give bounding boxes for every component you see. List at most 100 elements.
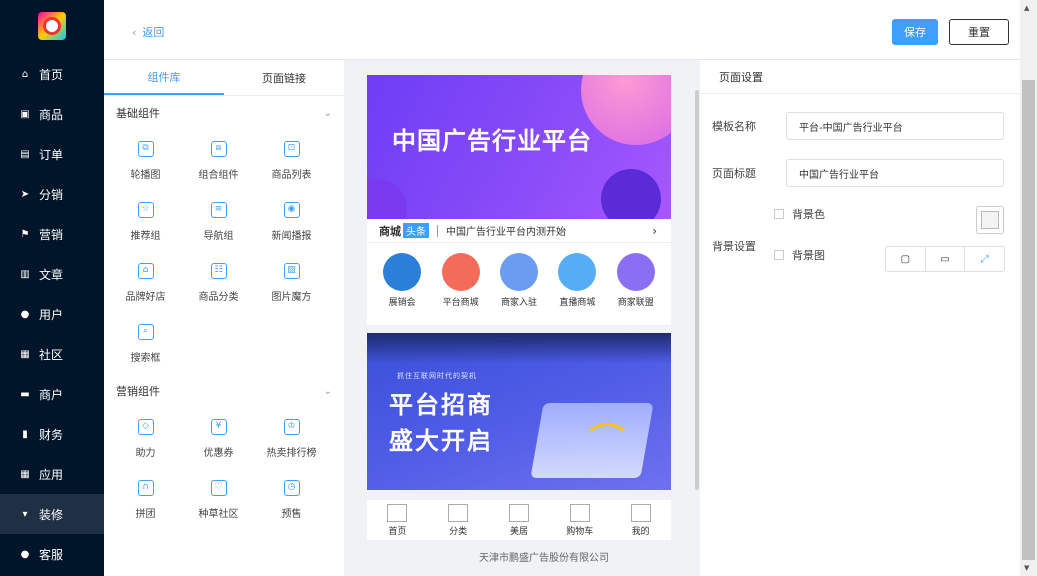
component-item[interactable]: ♡ 种草社区 <box>182 469 255 530</box>
page-scrollbar[interactable]: ▲ ▼ <box>1020 0 1037 576</box>
nav-item[interactable]: ▦ 应用 <box>0 454 104 494</box>
marketing-group-header[interactable]: 营销组件 ⌄ <box>104 374 344 408</box>
shortcut-icon <box>558 253 597 291</box>
nav-item[interactable]: ▤ 订单 <box>0 134 104 174</box>
settings-panel: 页面设置 模板名称 平台-中国广告行业平台 页面标题 中国广告行业平台 背景设置… <box>700 60 1020 576</box>
scroll-down-icon[interactable]: ▼ <box>1024 564 1029 572</box>
basic-group-title: 基础组件 <box>116 107 160 120</box>
marketing-components-grid: ◇ 助力 ¥ 优惠券 ♔ 热卖排行榜 ∩ 拼团 ♡ 种草社区 ◷ 预售 ⏰✎▷ <box>104 408 344 548</box>
nav-item[interactable]: ⚑ 营销 <box>0 214 104 254</box>
clock-icon: ◷ <box>283 479 300 496</box>
tabbar-item[interactable]: 分类 <box>433 500 483 540</box>
component-item[interactable]: ⊡ 商品列表 <box>255 130 328 191</box>
component-item[interactable]: ♔ 热卖排行榜 <box>255 408 328 469</box>
nav-item[interactable]: ▾ 装修 <box>0 494 104 534</box>
component-item[interactable]: ◉ 新闻播报 <box>255 191 328 252</box>
store-icon: ▬ <box>20 388 30 400</box>
component-item[interactable]: ⧉ 轮播图 <box>109 130 182 191</box>
fit-width-icon[interactable]: ▭ <box>926 247 966 271</box>
back-link[interactable]: ‹ 返回 <box>132 24 164 40</box>
preview-scrollbar[interactable] <box>695 90 699 490</box>
coupon-icon: ¥ <box>210 418 227 435</box>
component-item[interactable]: ⧈ 组合组件 <box>182 130 255 191</box>
nav-shortcut[interactable]: 商家联盟 <box>608 245 664 315</box>
tabbar-item[interactable]: 购物车 <box>555 500 605 540</box>
nav-shortcut[interactable]: 展销会 <box>374 245 430 315</box>
template-name-input[interactable]: 平台-中国广告行业平台 <box>786 112 1004 140</box>
tabbar-item[interactable]: 我的 <box>616 500 666 540</box>
nav-item[interactable]: ▬ 商户 <box>0 374 104 414</box>
chevron-left-icon: ‹ <box>132 26 137 39</box>
component-item[interactable]: ☷ 商品分类 <box>182 252 255 313</box>
component-item[interactable]: ≡ 导航组 <box>182 191 255 252</box>
promo-banner[interactable]: 抓住互联网时代的契机 平台招商 盛大开启 <box>367 333 671 490</box>
component-item[interactable]: ◷ 预售 <box>255 469 328 530</box>
nav-item-label: 商品 <box>39 107 64 122</box>
shortcut-label: 直播商城 <box>559 298 596 308</box>
broken-image-icon <box>508 504 529 522</box>
page-title-input[interactable]: 中国广告行业平台 <box>786 159 1004 187</box>
component-item[interactable]: ✎ <box>182 530 255 548</box>
nav-item[interactable]: ▥ 文章 <box>0 254 104 294</box>
nav-item[interactable]: ▣ 商品 <box>0 94 104 134</box>
chevron-down-icon: ⌄ <box>323 107 332 119</box>
library-tabs: 组件库 页面链接 <box>104 60 344 96</box>
background-label: 背景设置 <box>712 240 756 253</box>
preview-area: 中国广告行业平台 商城 头条 中国广告行业平台内测开始 › 展销会 平台商城 商家入… <box>344 60 700 540</box>
component-item[interactable]: ☆ 推荐组 <box>109 191 182 252</box>
component-item[interactable]: ¥ 优惠券 <box>182 408 255 469</box>
nav-shortcut[interactable]: 直播商城 <box>549 245 605 315</box>
nav-shortcut[interactable]: 平台商城 <box>433 245 489 315</box>
component-item[interactable]: ⌂ 品牌好店 <box>109 252 182 313</box>
shortcut-icon <box>441 253 480 291</box>
tab-components[interactable]: 组件库 <box>104 60 224 95</box>
brush-icon: ▾ <box>22 508 28 520</box>
banner-wave <box>582 423 632 468</box>
component-label: 轮播图 <box>130 169 161 181</box>
app-logo[interactable] <box>38 12 66 40</box>
news-tag: 商城 <box>379 224 401 238</box>
tabbar-item[interactable]: 首页 <box>372 500 422 540</box>
nav-item[interactable]: ● 客服 <box>0 534 104 574</box>
reset-button[interactable]: 重置 <box>949 19 1009 45</box>
nav-item[interactable]: ▮ 财务 <box>0 414 104 454</box>
component-label: 商品列表 <box>271 169 312 181</box>
tab-page-links[interactable]: 页面链接 <box>224 60 344 95</box>
nav-item[interactable]: ⌂ 首页 <box>0 54 104 94</box>
tabbar-label: 首页 <box>388 527 407 537</box>
component-item[interactable]: ◇ 助力 <box>109 408 182 469</box>
basic-group-header[interactable]: 基础组件 ⌄ <box>104 96 344 130</box>
nav-shortcut[interactable]: 商家入驻 <box>491 245 547 315</box>
bg-color-checkbox[interactable]: 背景色 <box>774 206 825 222</box>
news-ticker[interactable]: 商城 头条 中国广告行业平台内测开始 › <box>367 219 671 243</box>
tabbar-item[interactable]: 美居 <box>494 500 544 540</box>
component-item[interactable]: ⏰ <box>109 530 182 548</box>
bg-image-checkbox[interactable]: 背景图 <box>774 247 825 263</box>
fit-cover-icon[interactable]: ⤢ <box>965 247 1004 271</box>
color-picker[interactable] <box>976 206 1004 234</box>
nav-item[interactable]: ● 用户 <box>0 294 104 334</box>
category-icon: ☷ <box>210 262 227 279</box>
component-label: 商品分类 <box>198 291 239 303</box>
nav-item-label: 客服 <box>39 547 64 562</box>
component-item[interactable]: ∩ 拼团 <box>109 469 182 530</box>
nav-item[interactable]: ▦ 社区 <box>0 334 104 374</box>
home-icon: ⌂ <box>21 68 29 80</box>
carousel-banner[interactable]: 中国广告行业平台 <box>367 75 671 219</box>
top-bar: ‹ 返回 保存 重置 <box>104 0 1020 60</box>
fit-contain-icon[interactable]: ▢ <box>886 247 926 271</box>
component-item[interactable]: ▨ 图片魔方 <box>255 252 328 313</box>
shortcut-label: 商家入驻 <box>500 298 537 308</box>
nav-item-label: 文章 <box>39 267 64 282</box>
chevron-right-icon[interactable]: › <box>652 224 657 238</box>
component-item[interactable]: ⌕ 搜索框 <box>109 313 182 374</box>
scroll-up-icon[interactable]: ▲ <box>1024 4 1029 12</box>
component-item[interactable]: ▷ <box>255 530 328 548</box>
news-tag-badge: 头条 <box>403 223 429 238</box>
nav-item[interactable]: ➤ 分销 <box>0 174 104 214</box>
checkbox[interactable] <box>774 250 784 260</box>
scroll-thumb[interactable] <box>1022 80 1035 560</box>
save-button[interactable]: 保存 <box>892 19 938 45</box>
component-label: 搜索框 <box>130 352 161 364</box>
checkbox[interactable] <box>774 209 784 219</box>
